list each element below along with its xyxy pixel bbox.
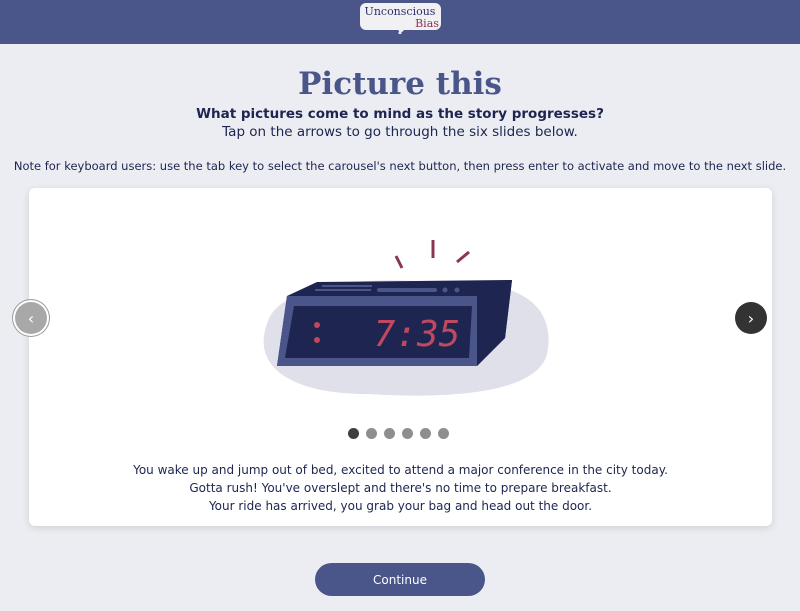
slide-dot-2[interactable] xyxy=(366,428,377,439)
slide-dot-6[interactable] xyxy=(438,428,449,439)
slide-dot-4[interactable] xyxy=(402,428,413,439)
slide-text: You wake up and jump out of bed, excited… xyxy=(29,461,772,515)
svg-text:Bias: Bias xyxy=(415,17,439,30)
slide-dot-5[interactable] xyxy=(420,428,431,439)
previous-slide-button[interactable]: ‹ xyxy=(15,302,47,334)
header: Unconscious Bias xyxy=(0,0,800,44)
keyboard-note: Note for keyboard users: use the tab key… xyxy=(13,159,787,173)
slide-line: Gotta rush! You've overslept and there's… xyxy=(189,481,612,495)
next-slide-button[interactable]: › xyxy=(735,302,767,334)
subtitle: What pictures come to mind as the story … xyxy=(196,106,604,122)
chevron-right-icon: › xyxy=(747,308,755,328)
slide-line: You wake up and jump out of bed, excited… xyxy=(133,463,668,477)
continue-button[interactable]: Continue xyxy=(315,563,485,596)
slide-line: Your ride has arrived, you grab your bag… xyxy=(208,499,593,513)
slide-dot-3[interactable] xyxy=(384,428,395,439)
alarm-clock-illustration: 7:35 xyxy=(263,240,549,396)
carousel: 7:35 ‹ › You wake up and jump out of bed… xyxy=(15,188,772,526)
page-title: Picture this xyxy=(298,66,502,102)
slide-indicators xyxy=(348,428,449,439)
logo: Unconscious Bias xyxy=(360,3,441,34)
chevron-left-icon: ‹ xyxy=(27,308,35,328)
slide-dot-1[interactable] xyxy=(348,428,359,439)
instruction: Tap on the arrows to go through the six … xyxy=(222,124,578,140)
clock-time: 7:35 xyxy=(374,314,461,355)
